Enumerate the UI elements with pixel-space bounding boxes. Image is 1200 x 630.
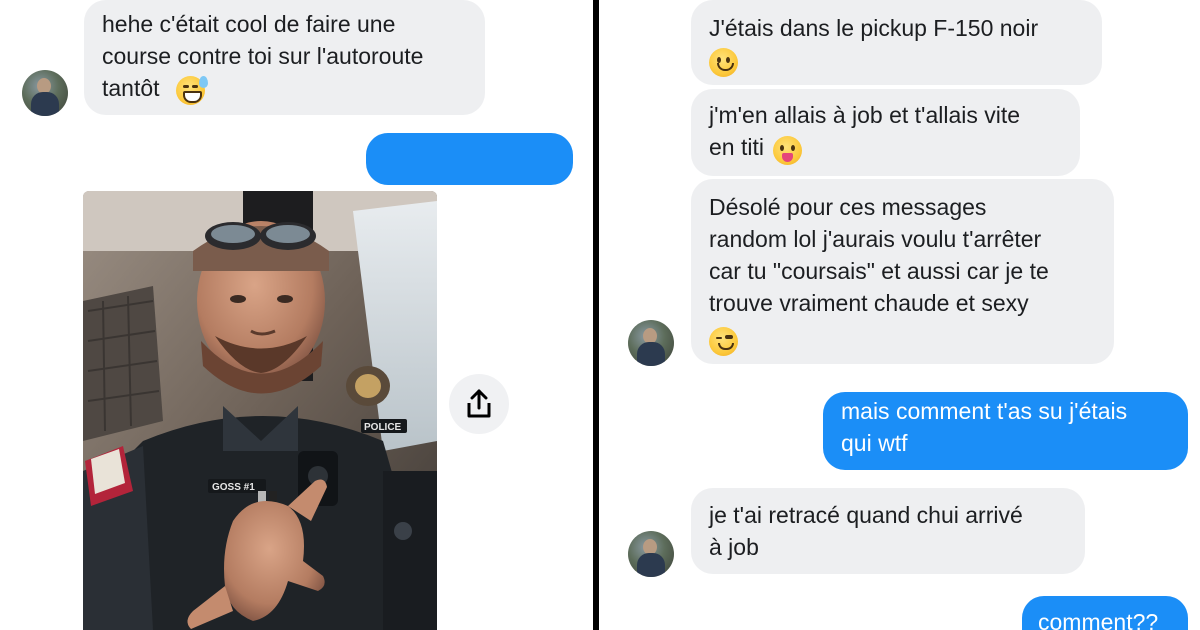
- outgoing-message-bubble[interactable]: ?????? t qui toé: [366, 133, 573, 209]
- message-text: Désolé pour ces messages random lol j'au…: [709, 194, 1049, 316]
- message-text: comment??: [1038, 609, 1159, 630]
- incoming-message-bubble[interactable]: J'étais dans le pickup F-150 noir: [691, 0, 1102, 85]
- name-tape-text: GOSS #1: [212, 482, 255, 493]
- sender-avatar[interactable]: [22, 70, 68, 116]
- incoming-message-bubble[interactable]: j'm'en allais à job et t'allais vite en …: [691, 89, 1080, 176]
- incoming-message-bubble[interactable]: Désolé pour ces messages random lol j'au…: [691, 179, 1114, 364]
- grinning-sweat-emoji: [176, 76, 208, 105]
- share-button[interactable]: [449, 374, 509, 434]
- police-officer-selfie-image: POLICE GOSS #1: [83, 191, 437, 630]
- message-text: j'm'en allais à job et t'allais vite en …: [709, 102, 1021, 160]
- incoming-message-bubble[interactable]: hehe c'était cool de faire une course co…: [84, 0, 485, 115]
- outgoing-message-bubble[interactable]: mais comment t'as su j'étais qui wtf: [823, 392, 1188, 470]
- share-icon: [467, 389, 491, 418]
- tongue-out-emoji: [773, 136, 802, 165]
- right-conversation-panel: J'étais dans le pickup F-150 noir j'm'en…: [599, 0, 1200, 630]
- message-text: hehe c'était cool de faire une course co…: [102, 11, 424, 101]
- sender-avatar[interactable]: [628, 531, 674, 577]
- winking-emoji: [709, 327, 738, 356]
- outgoing-message-bubble[interactable]: comment??: [1022, 596, 1188, 630]
- shoulder-tag-text: POLICE: [364, 422, 402, 433]
- shared-photo[interactable]: POLICE GOSS #1: [83, 191, 437, 630]
- sender-avatar[interactable]: [628, 320, 674, 366]
- message-text: mais comment t'as su j'étais qui wtf: [841, 398, 1128, 456]
- message-text: J'étais dans le pickup F-150 noir: [709, 15, 1039, 41]
- left-conversation-panel: hehe c'était cool de faire une course co…: [0, 0, 593, 630]
- message-text: je t'ai retracé quand chui arrivé à job: [709, 502, 1023, 560]
- slight-smile-emoji: [709, 48, 738, 77]
- incoming-message-bubble[interactable]: je t'ai retracé quand chui arrivé à job: [691, 488, 1085, 574]
